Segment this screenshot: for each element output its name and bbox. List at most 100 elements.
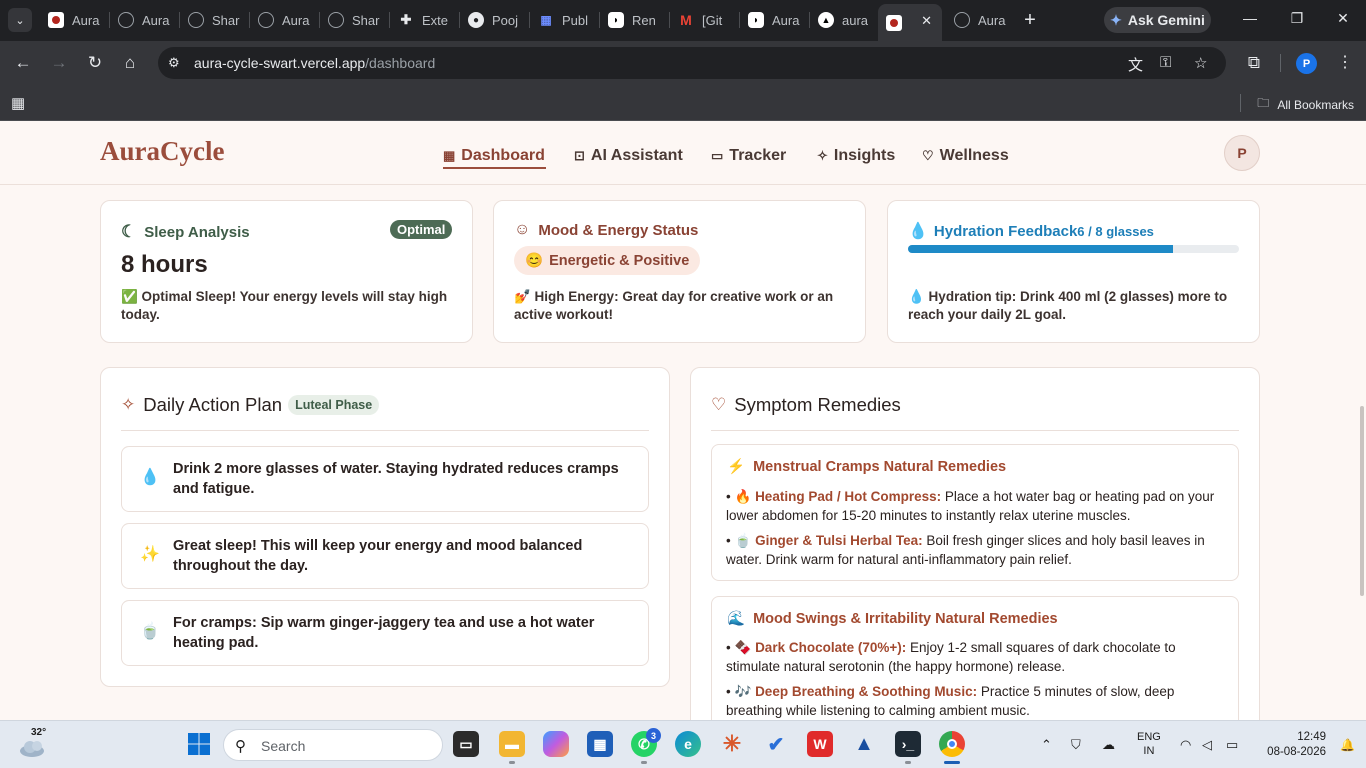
site-info-icon[interactable]: ⚙ <box>168 55 180 71</box>
star-icon[interactable]: ☆ <box>1194 54 1207 72</box>
nav-dashboard[interactable]: ▦ Dashboard <box>443 143 545 169</box>
task-view-icon[interactable]: ▭ <box>453 731 479 757</box>
chevron-up-icon[interactable]: ⌃ <box>1041 737 1052 753</box>
action-plan-header: ✧ Daily Action Plan Luteal Phase <box>121 394 380 416</box>
close-icon[interactable]: ✕ <box>921 13 932 29</box>
volume-icon[interactable]: ◁ <box>1202 737 1212 753</box>
new-tab-button[interactable]: + <box>1019 9 1041 31</box>
close-window-button[interactable]: ✕ <box>1333 10 1353 27</box>
heart-pulse-icon: ♡ <box>711 395 727 414</box>
remedies-header: ♡ Symptom Remedies <box>711 394 901 416</box>
restore-button[interactable]: ❐ <box>1287 10 1307 27</box>
notification-bell-icon[interactable]: 🔔 <box>1340 738 1355 752</box>
tab-label: Exte <box>422 12 449 28</box>
minimize-button[interactable]: — <box>1240 10 1260 26</box>
store-icon[interactable]: ▦ <box>587 731 613 757</box>
address-bar[interactable]: ⚙ aura-cycle-swart.vercel.app/dashboard … <box>158 47 1226 79</box>
browser-tab[interactable]: ▦ Publ <box>530 5 598 35</box>
profile-avatar[interactable]: P <box>1296 53 1317 74</box>
translate-icon[interactable]: 文 <box>1128 54 1143 75</box>
browser-tab[interactable]: Aura <box>946 5 1014 35</box>
tab-label: Aura <box>142 12 170 28</box>
remedy-item: • 🍫 Dark Chocolate (70%+): Enjoy 1-2 sma… <box>726 640 1176 674</box>
render-icon: ◗ <box>608 12 624 28</box>
key-icon[interactable]: ⚿ <box>1160 54 1171 71</box>
phase-badge: Luteal Phase <box>288 395 380 415</box>
remedies-title: Symptom Remedies <box>734 394 901 415</box>
ask-gemini-button[interactable]: ✦ Ask Gemini <box>1104 7 1211 33</box>
tab-label: Aura <box>72 12 100 28</box>
browser-tab[interactable]: ◗ Ren <box>600 5 668 35</box>
nav-label: Tracker <box>729 147 787 164</box>
globe-icon <box>118 12 134 28</box>
apps-grid-icon[interactable]: ▦ <box>11 94 25 112</box>
back-button[interactable]: ← <box>12 53 34 73</box>
claude-icon[interactable]: ✳ <box>719 731 745 757</box>
remedy-item: • 🍵 Ginger & Tulsi Herbal Tea: Boil fres… <box>726 533 1205 567</box>
terminal-icon[interactable]: ›_ <box>895 731 921 757</box>
browser-toolbar: ← → ↻ ⌂ ⚙ aura-cycle-swart.vercel.app/da… <box>0 41 1366 85</box>
browser-tab[interactable]: Shar <box>180 5 248 35</box>
vscode-icon[interactable]: ▲ <box>851 731 877 757</box>
nav-insights[interactable]: ✧ Insights <box>817 143 895 169</box>
scrollbar-thumb[interactable] <box>1360 406 1364 596</box>
nav-wellness[interactable]: ♡ Wellness <box>922 143 1009 169</box>
wps-icon[interactable]: W <box>807 731 833 757</box>
reload-button[interactable]: ↻ <box>84 53 106 73</box>
more-menu-icon[interactable]: ⋮ <box>1337 52 1353 72</box>
heart-icon: ♡ <box>922 148 934 163</box>
language-indicator[interactable]: ENG IN <box>1137 730 1161 758</box>
browser-tab[interactable]: Shar <box>320 5 388 35</box>
copilot-icon[interactable] <box>543 731 569 757</box>
running-indicator <box>641 761 647 764</box>
user-avatar[interactable]: P <box>1224 135 1260 171</box>
url-text[interactable]: aura-cycle-swart.vercel.app/dashboard <box>194 55 435 71</box>
browser-tab-strip: ⌄ Aura Aura Shar Aura Shar ✚ Exte ● Pooj… <box>0 0 1366 41</box>
tab-search-button[interactable]: ⌄ <box>8 8 32 32</box>
action-emoji: 💧 <box>140 469 160 486</box>
wifi-icon[interactable]: ◠ <box>1180 737 1191 753</box>
tab-label: [Git <box>702 12 723 28</box>
edge-icon[interactable]: e <box>675 731 701 757</box>
battery-icon[interactable]: ▭ <box>1226 737 1238 753</box>
onedrive-icon[interactable]: ☁ <box>1102 737 1115 753</box>
forward-button[interactable]: → <box>48 53 70 73</box>
hydration-progress-bar <box>908 245 1239 253</box>
todo-icon[interactable]: ✔ <box>763 731 789 757</box>
all-bookmarks-button[interactable]: 🗀 All Bookmarks <box>1257 94 1354 115</box>
grid-icon: ▦ <box>540 13 552 27</box>
browser-tab[interactable]: ▲ aura <box>810 5 878 35</box>
extensions-icon[interactable]: ⧉ <box>1243 53 1265 73</box>
nav-tracker[interactable]: ▭ Tracker <box>711 143 786 169</box>
browser-tab[interactable]: Aura <box>40 5 108 35</box>
windows-start-icon[interactable] <box>186 731 212 757</box>
search-placeholder: Search <box>261 738 306 754</box>
home-button[interactable]: ⌂ <box>119 53 141 73</box>
nav-ai-assistant[interactable]: ⊡ AI Assistant <box>574 143 683 169</box>
tab-label: aura <box>842 12 869 28</box>
gemini-icon: ✦ <box>1110 11 1122 28</box>
vpn-icon[interactable]: ⛉ <box>1071 737 1081 753</box>
running-indicator <box>905 761 911 764</box>
browser-tab-active[interactable]: ✕ <box>878 4 942 41</box>
app-logo[interactable]: AuraCycle <box>100 136 224 167</box>
status-badge: Optimal <box>390 220 453 239</box>
divider <box>711 430 1239 431</box>
taskbar-search[interactable]: ⚲ Search <box>223 729 443 761</box>
browser-tab[interactable]: M [Git <box>670 5 738 35</box>
page-scrollbar[interactable] <box>1358 121 1366 720</box>
nav-label: AI Assistant <box>590 147 683 164</box>
globe-icon <box>954 12 970 28</box>
chrome-icon[interactable] <box>939 731 965 757</box>
browser-tab[interactable]: Aura <box>110 5 178 35</box>
globe-icon <box>258 12 274 28</box>
clock[interactable]: 12:49 08-08-2026 <box>1256 730 1326 760</box>
browser-tab[interactable]: Aura <box>250 5 318 35</box>
browser-tab[interactable]: ◗ Aura <box>740 5 808 35</box>
tab-label: Shar <box>352 12 380 28</box>
remedy-group-icon: ⚡ <box>727 459 746 475</box>
file-explorer-icon[interactable]: ▬ <box>499 731 525 757</box>
browser-tab[interactable]: ● Pooj <box>460 5 528 35</box>
grid-icon: ▦ <box>443 148 456 163</box>
browser-tab[interactable]: ✚ Exte <box>390 5 458 35</box>
